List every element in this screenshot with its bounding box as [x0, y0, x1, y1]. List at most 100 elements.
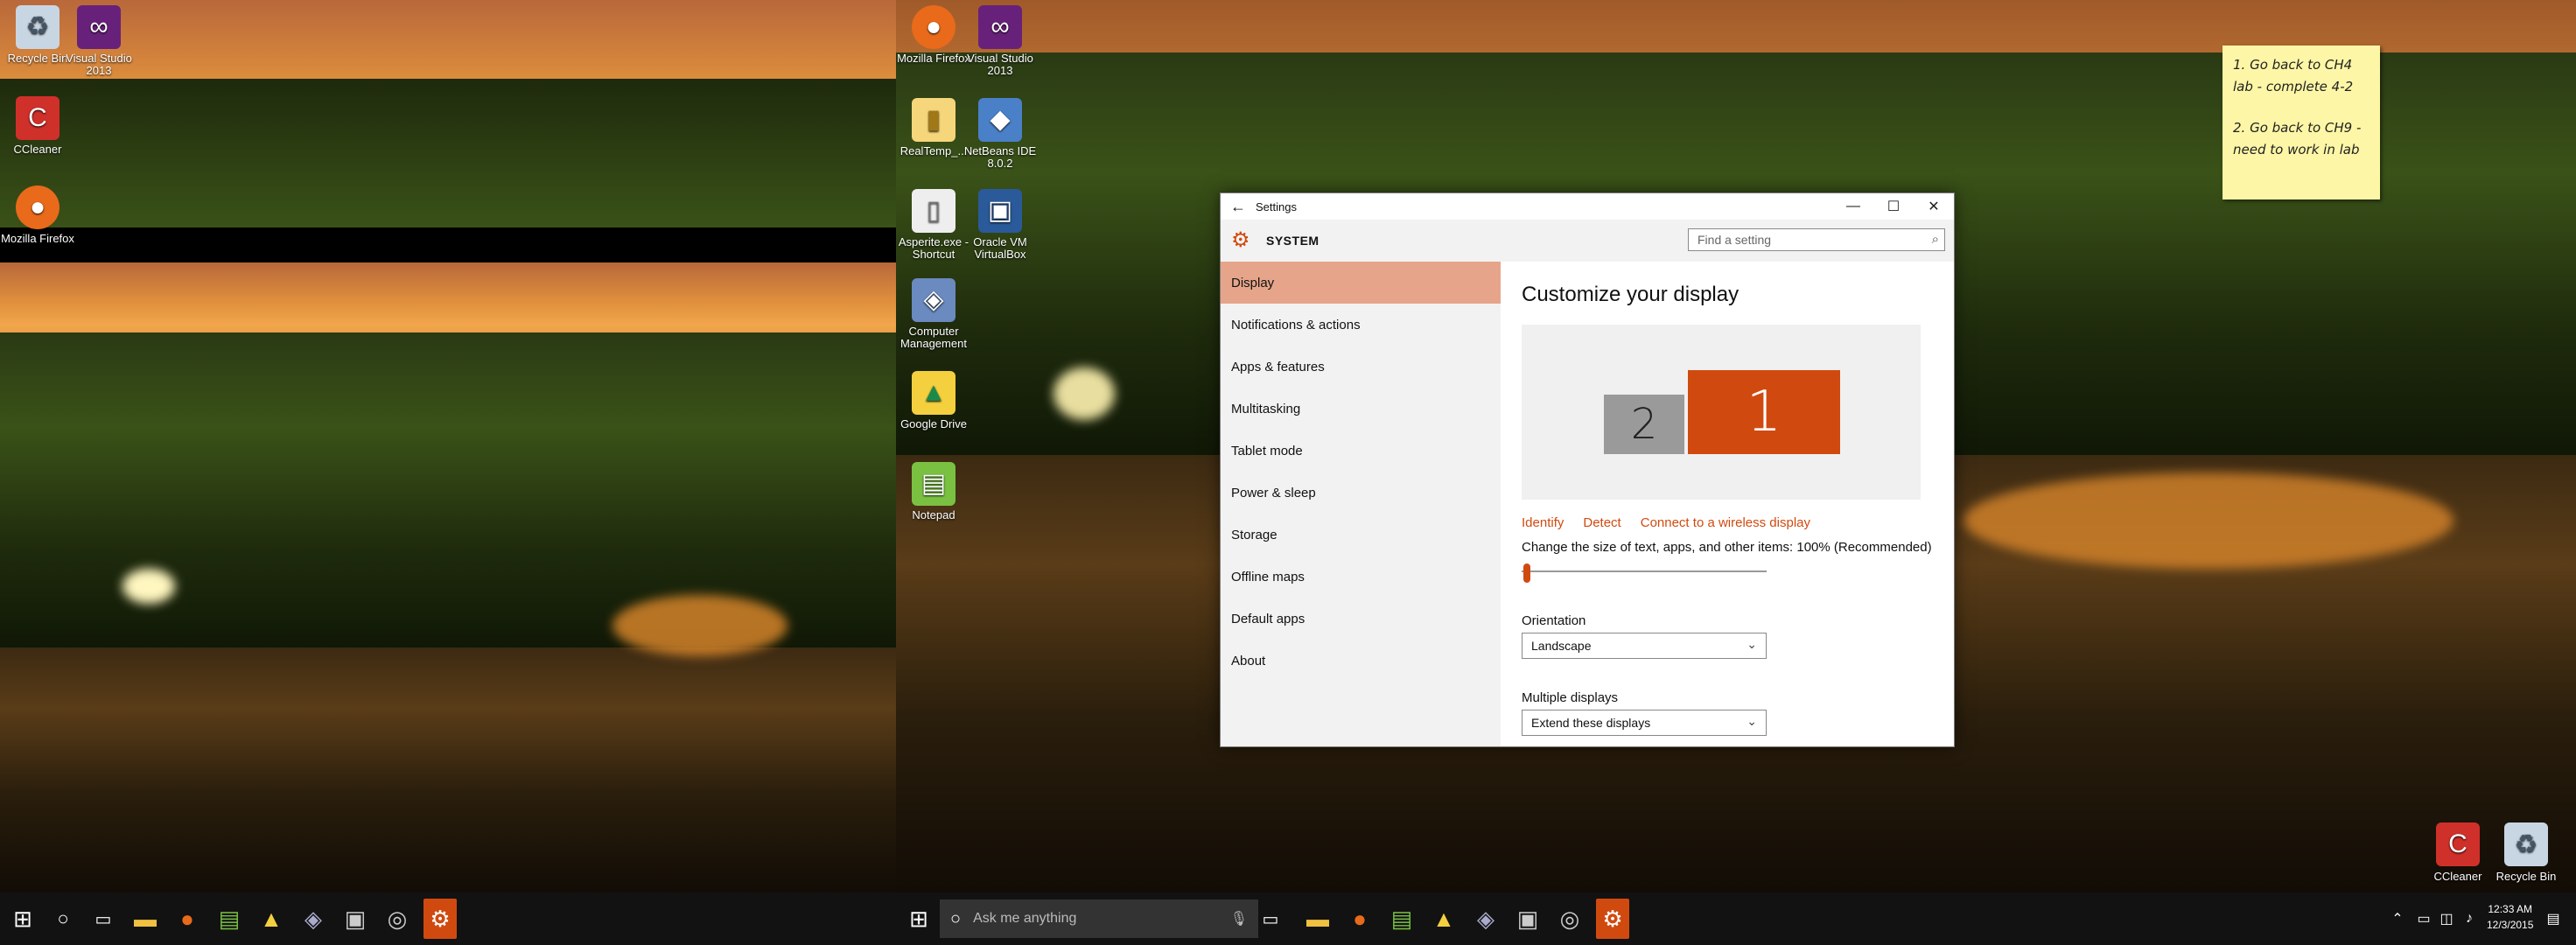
- desktop-icon[interactable]: ∞ Visual Studio 2013: [962, 5, 1038, 77]
- nav-item-power-sleep[interactable]: Power & sleep: [1221, 472, 1501, 514]
- action-center-icon[interactable]: ▤: [2539, 905, 2567, 933]
- wallpaper-light: [1054, 368, 1115, 420]
- firefox-icon[interactable]: ●: [1346, 905, 1374, 933]
- identify-link[interactable]: Identify: [1522, 515, 1564, 530]
- desktop-icon[interactable]: ▣ Oracle VM VirtualBox: [962, 189, 1038, 261]
- desktop-icon-label: RealTemp_...: [900, 144, 968, 158]
- nav-item-apps[interactable]: Apps & features: [1221, 346, 1501, 388]
- wallpaper-light: [122, 569, 175, 604]
- multiple-displays-dropdown[interactable]: Extend these displays ⌄: [1522, 710, 1767, 736]
- sticky-note[interactable]: 1. Go back to CH4 lab - complete 4-2 2. …: [2222, 46, 2380, 200]
- desktop-icon[interactable]: ▯ Asperite.exe - Shortcut: [896, 189, 971, 261]
- desktop-icon-label: Mozilla Firefox: [1, 232, 74, 245]
- notepad-icon[interactable]: ▤: [1388, 905, 1416, 933]
- nav-item-label: Display: [1231, 275, 1275, 290]
- start-button[interactable]: ⊞: [905, 905, 933, 933]
- recycle-bin-icon: ♻: [2504, 822, 2548, 866]
- desktop-icon[interactable]: ● Mozilla Firefox: [0, 186, 75, 245]
- file-explorer-icon[interactable]: ▬: [1304, 905, 1332, 933]
- settings-taskbar-icon[interactable]: ⚙: [424, 899, 457, 939]
- monitor-1-tile[interactable]: 1: [1688, 370, 1840, 454]
- settings-nav: Display Notifications & actions Apps & f…: [1221, 262, 1501, 746]
- scale-slider-track[interactable]: [1522, 570, 1767, 572]
- nav-item-storage[interactable]: Storage: [1221, 514, 1501, 556]
- desktop-icon[interactable]: ◈ Computer Management: [896, 278, 971, 350]
- notepad-icon: ▤: [912, 462, 956, 506]
- clock[interactable]: 12:33 AM 12/3/2015: [2487, 901, 2533, 933]
- window-title: Settings: [1256, 200, 1297, 214]
- search-icon[interactable]: ⌕: [1932, 232, 1939, 247]
- computer-management-icon: ◈: [912, 278, 956, 322]
- nav-item-multitasking[interactable]: Multitasking: [1221, 388, 1501, 430]
- desktop-icon[interactable]: C CCleaner: [0, 96, 75, 156]
- desktop-icon-label: CCleaner: [2433, 870, 2482, 883]
- wallpaper-trees-top: [0, 79, 896, 228]
- start-button[interactable]: ⊞: [9, 905, 37, 933]
- nav-item-label: About: [1231, 653, 1266, 668]
- search-input[interactable]: Find a setting ⌕: [1688, 228, 1945, 251]
- firefox-icon: ●: [912, 5, 956, 49]
- show-hidden-icons-icon[interactable]: ⌃: [2384, 905, 2412, 933]
- desktop-icon-label: Visual Studio 2013: [66, 52, 132, 77]
- chevron-down-icon: ⌄: [1746, 637, 1757, 651]
- nav-item-label: Default apps: [1231, 611, 1306, 626]
- app-icon[interactable]: ▣: [341, 905, 369, 933]
- nav-item-label: Apps & features: [1231, 359, 1325, 374]
- scale-slider-thumb[interactable]: [1523, 564, 1530, 583]
- monitor-2-tile[interactable]: 2: [1604, 395, 1684, 454]
- computer-management-icon[interactable]: ◈: [1472, 905, 1500, 933]
- cortana-search-box[interactable]: ○ Ask me anything 🎙: [940, 900, 1258, 938]
- ccleaner-icon: C: [2436, 822, 2480, 866]
- wireless-display-link[interactable]: Connect to a wireless display: [1641, 515, 1810, 530]
- minimize-button[interactable]: —: [1833, 193, 1873, 220]
- desktop-icon[interactable]: ♻ Recycle Bin: [2487, 822, 2566, 883]
- nav-item-about[interactable]: About: [1221, 640, 1501, 682]
- task-view-icon[interactable]: ▭: [89, 905, 117, 933]
- app-icon[interactable]: ▣: [1514, 905, 1542, 933]
- detect-link[interactable]: Detect: [1583, 515, 1620, 530]
- computer-management-icon[interactable]: ◈: [299, 905, 327, 933]
- nav-item-display[interactable]: Display: [1221, 262, 1501, 304]
- back-arrow-icon[interactable]: ←: [1221, 198, 1256, 216]
- nav-item-offline-maps[interactable]: Offline maps: [1221, 556, 1501, 598]
- multiple-displays-value: Extend these displays: [1531, 716, 1651, 730]
- desktop-icon-label: NetBeans IDE 8.0.2: [963, 144, 1037, 170]
- file-explorer-icon[interactable]: ▬: [131, 905, 159, 933]
- app-icon[interactable]: ◎: [1556, 905, 1584, 933]
- notepad-icon[interactable]: ▤: [215, 905, 243, 933]
- recycle-bin-icon: ♻: [16, 5, 60, 49]
- desktop-icon[interactable]: ▤ Notepad: [896, 462, 971, 522]
- desktop-icon-label: Recycle Bin: [7, 52, 68, 65]
- nav-item-notifications[interactable]: Notifications & actions: [1221, 304, 1501, 346]
- google-drive-icon[interactable]: ▲: [1430, 905, 1458, 933]
- google-drive-icon[interactable]: ▲: [257, 905, 285, 933]
- visual-studio-icon: ∞: [77, 5, 121, 49]
- desktop-icon[interactable]: ◆ NetBeans IDE 8.0.2: [962, 98, 1038, 170]
- desktop-icon-label: Google Drive: [900, 417, 967, 430]
- file-icon: ▯: [912, 189, 956, 233]
- close-button[interactable]: ✕: [1914, 193, 1954, 220]
- maximize-button[interactable]: ☐: [1873, 193, 1914, 220]
- cortana-search-placeholder: Ask me anything: [973, 911, 1077, 926]
- firefox-icon[interactable]: ●: [173, 905, 201, 933]
- app-icon[interactable]: ◎: [383, 905, 411, 933]
- cortana-icon[interactable]: ○: [49, 905, 77, 933]
- settings-taskbar-icon[interactable]: ⚙: [1596, 899, 1629, 939]
- desktop-icon[interactable]: ● Mozilla Firefox: [896, 5, 971, 65]
- task-view-icon[interactable]: ▭: [1256, 905, 1284, 933]
- nav-item-label: Multitasking: [1231, 401, 1301, 416]
- desktop-icon[interactable]: C CCleaner: [2418, 822, 2497, 883]
- firefox-icon: ●: [16, 186, 60, 229]
- wallpaper-boathouse-light: [1964, 472, 2454, 569]
- microphone-icon[interactable]: 🎙: [1230, 910, 1248, 928]
- nav-item-default-apps[interactable]: Default apps: [1221, 598, 1501, 640]
- orientation-dropdown[interactable]: Landscape ⌄: [1522, 633, 1767, 659]
- page-title: Customize your display: [1522, 283, 1740, 306]
- folder-icon: ▮: [912, 98, 956, 142]
- desktop-icon[interactable]: ▲ Google Drive: [896, 371, 971, 430]
- nav-item-tablet-mode[interactable]: Tablet mode: [1221, 430, 1501, 472]
- orientation-label: Orientation: [1522, 613, 1586, 628]
- volume-icon[interactable]: ♪: [2455, 905, 2483, 933]
- desktop-icon[interactable]: ∞ Visual Studio 2013: [61, 5, 136, 77]
- desktop-icon[interactable]: ▮ RealTemp_...: [896, 98, 971, 158]
